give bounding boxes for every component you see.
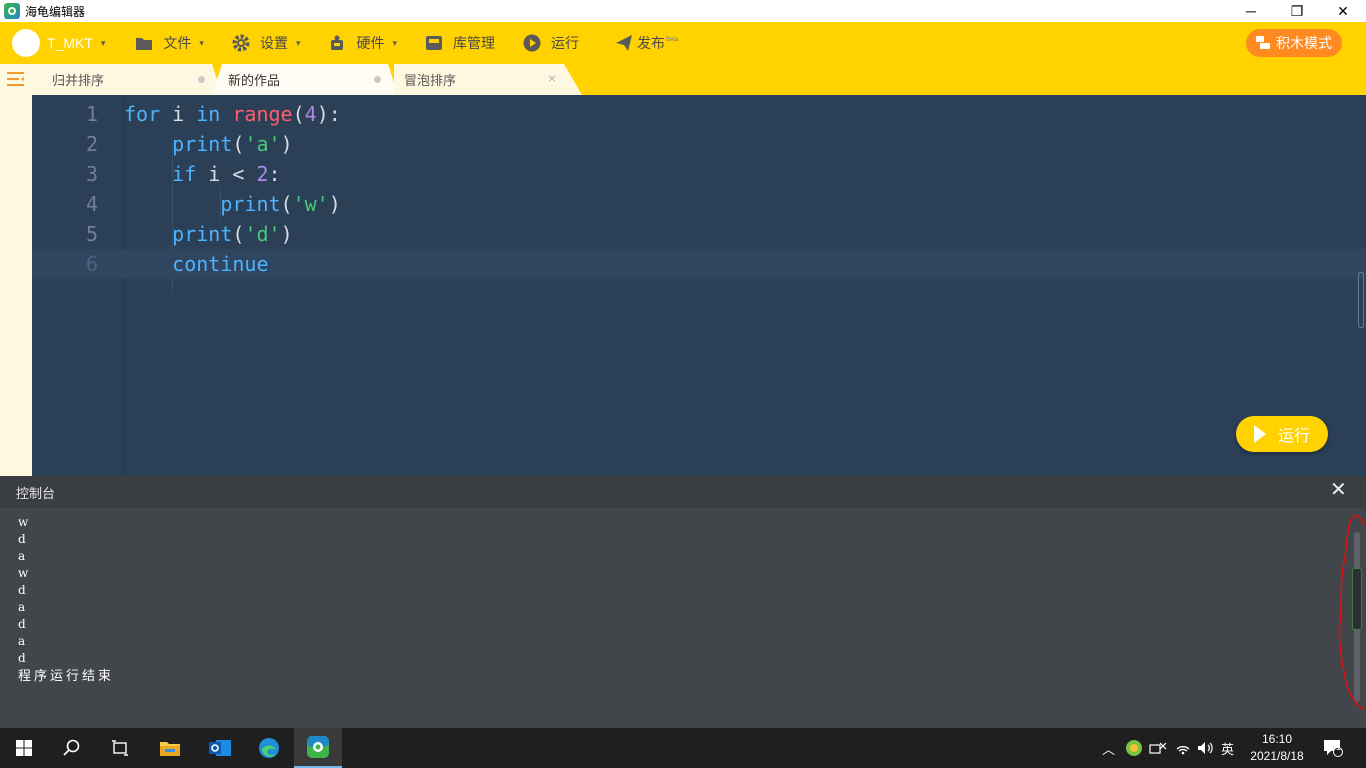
output-line: d <box>18 617 26 631</box>
tab-new-work[interactable]: 新的作品 <box>228 64 388 95</box>
close-button[interactable]: ✕ <box>1320 0 1366 22</box>
block-mode-label: 积木模式 <box>1276 35 1332 51</box>
run-button-label: 运行 <box>1277 428 1310 445</box>
unsaved-dot-icon <box>198 76 205 83</box>
side-strip <box>0 64 32 476</box>
clock-time: 16:10 <box>1261 732 1293 746</box>
settings-menu-label: 设置 <box>259 35 288 51</box>
line-number: 6 <box>85 252 98 276</box>
menu-bar: T_MKT ▾ 文件 ▾ 设置 ▾ 硬件 ▾ 库管理 运行 发布 Beta <box>0 22 1366 64</box>
tab-label: 冒泡排序 <box>404 73 457 88</box>
inbox-icon <box>425 34 443 52</box>
output-line: a <box>18 549 26 563</box>
code-line[interactable]: 2 print('a') <box>32 129 1366 159</box>
tab-label: 新的作品 <box>228 73 281 88</box>
output-line: a <box>18 634 26 648</box>
volume-icon[interactable] <box>1197 728 1215 768</box>
run-button[interactable]: 运行 <box>1236 416 1328 452</box>
turtle-editor-taskbar-icon[interactable] <box>294 728 342 768</box>
robot-icon <box>328 34 346 52</box>
outlook-icon[interactable] <box>196 728 244 768</box>
file-explorer-icon[interactable] <box>146 728 194 768</box>
minimize-button[interactable]: ─ <box>1228 0 1274 22</box>
output-line: d <box>18 583 26 597</box>
code-line[interactable]: 1 for i in range(4): <box>32 99 1366 129</box>
play-icon <box>1253 425 1266 443</box>
settings-menu[interactable]: 设置 ▾ <box>232 22 301 64</box>
red-annotation-mark <box>1338 514 1365 711</box>
console-title: 控制台 <box>16 485 56 501</box>
ime-indicator[interactable]: 英 <box>1221 728 1234 768</box>
paper-plane-icon <box>615 34 633 52</box>
tab-bubble-sort[interactable]: 冒泡排序 × <box>404 64 574 95</box>
window-title: 海龟编辑器 <box>25 4 86 19</box>
block-mode-button[interactable]: 积木模式 <box>1246 29 1342 57</box>
output-line: d <box>18 532 26 546</box>
chevron-down-icon: ▾ <box>392 37 398 48</box>
publish-menu[interactable]: 发布 Beta <box>615 22 678 64</box>
task-view-icon[interactable] <box>96 728 144 768</box>
line-number: 3 <box>85 162 98 186</box>
line-number: 5 <box>85 222 98 246</box>
library-menu-label: 库管理 <box>453 35 496 51</box>
beta-badge: Beta <box>666 37 679 43</box>
hardware-menu-label: 硬件 <box>356 35 385 51</box>
line-number: 2 <box>85 132 98 156</box>
file-menu-label: 文件 <box>163 35 192 51</box>
output-line: w <box>18 515 29 529</box>
play-circle-icon <box>523 34 541 52</box>
code-editor[interactable]: 1 for i in range(4): 2 print('a') 3 if i… <box>32 95 1366 476</box>
line-number: 1 <box>85 102 98 126</box>
output-line: a <box>18 600 26 614</box>
user-avatar[interactable] <box>12 29 40 57</box>
notification-count: 1 <box>1336 742 1342 752</box>
code-line[interactable]: 3 if i < 2: <box>32 159 1366 189</box>
notification-center-icon[interactable]: 1 <box>1323 728 1343 768</box>
chevron-down-icon: ▾ <box>199 37 204 48</box>
publish-menu-label: 发布 <box>637 35 666 51</box>
sidebar-toggle-icon[interactable] <box>7 72 25 86</box>
console-header: 控制台 <box>0 476 1366 508</box>
turtle-app-icon <box>4 3 20 19</box>
close-tab-icon[interactable]: × <box>548 70 556 86</box>
restore-button[interactable]: ❐ <box>1274 0 1320 22</box>
close-console-icon[interactable]: ✕ <box>1330 480 1347 500</box>
user-name: T_MKT <box>47 35 93 51</box>
blocks-icon <box>1256 36 1270 50</box>
chevron-down-icon: ▾ <box>295 37 301 48</box>
tab-merge-sort[interactable]: 归并排序 <box>52 64 212 95</box>
edge-browser-icon[interactable] <box>245 728 293 768</box>
code-line[interactable]: 4 print('w') <box>32 189 1366 219</box>
output-line: w <box>18 566 29 580</box>
code-line-active[interactable]: 6 continue <box>32 249 1366 279</box>
windows-start-icon[interactable] <box>0 728 48 768</box>
clock-date: 2021/8/18 <box>1250 749 1304 763</box>
library-menu[interactable]: 库管理 <box>425 22 495 64</box>
program-end-message: 程序运行结束 <box>18 668 115 683</box>
clock[interactable]: 16:10 2021/8/18 <box>1246 731 1308 765</box>
code-line[interactable]: 5 print('d') <box>32 219 1366 249</box>
network-disconnected-icon[interactable] <box>1149 728 1167 768</box>
tab-label: 归并排序 <box>52 73 105 88</box>
editor-scrollbar[interactable] <box>1358 272 1364 328</box>
run-menu-label: 运行 <box>551 35 580 51</box>
gear-icon <box>232 34 250 52</box>
unsaved-dot-icon <box>374 76 381 83</box>
run-menu[interactable]: 运行 <box>523 22 579 64</box>
tray-expand-icon[interactable]: ︿ <box>1102 728 1115 768</box>
wifi-icon[interactable] <box>1175 728 1191 768</box>
console-output <box>0 508 1366 728</box>
user-menu[interactable]: T_MKT ▾ <box>47 22 105 64</box>
line-number: 4 <box>85 192 98 216</box>
title-bar: 海龟编辑器 ─ ❐ ✕ <box>0 0 1366 22</box>
chevron-down-icon: ▾ <box>100 37 106 48</box>
folder-icon <box>135 34 153 52</box>
hardware-menu[interactable]: 硬件 ▾ <box>328 22 397 64</box>
tray-app-icon[interactable] <box>1125 728 1143 768</box>
file-menu[interactable]: 文件 ▾ <box>135 22 204 64</box>
search-icon[interactable] <box>48 728 96 768</box>
